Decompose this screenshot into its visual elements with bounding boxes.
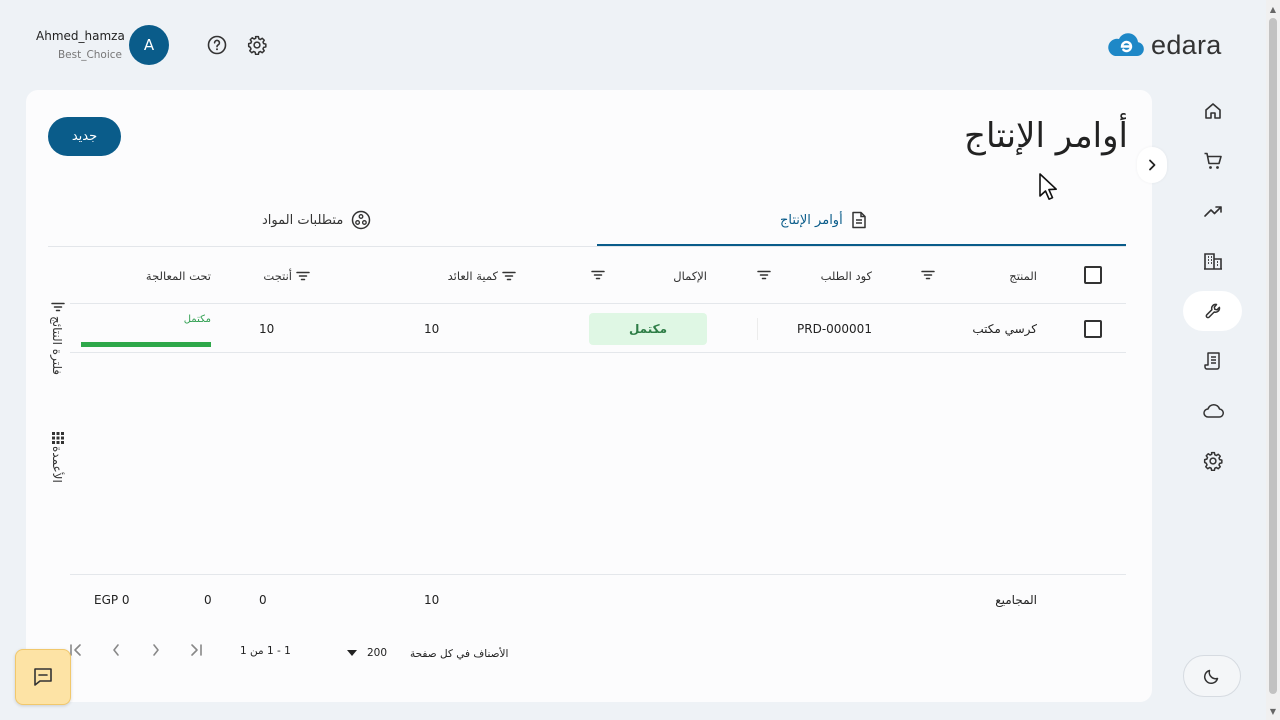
filter-results-toggle[interactable]: فلترة النتائج [50,316,64,375]
settings-gear-icon [1203,451,1223,471]
column-header-in-process[interactable]: تحت المعالجة [120,269,211,283]
active-tab-indicator [597,244,1126,246]
theme-toggle-button[interactable] [1183,655,1241,697]
wrench-icon [1205,303,1220,319]
filter-icon[interactable] [921,268,935,282]
last-page-button[interactable] [187,641,205,659]
page-range: 1 - 1 من 1 [240,645,291,657]
total-in-process: 0 [204,593,212,607]
header-row-divider [70,303,1126,304]
trending-up-icon [1203,206,1222,217]
column-header-order-code[interactable]: كود الطلب [800,269,872,283]
scroll-down-arrow[interactable]: ▼ [1268,706,1278,716]
cell-product[interactable]: كرسي مكتب [940,322,1037,336]
column-separator [757,318,758,340]
buildings-icon [1203,253,1222,270]
cloud-logo-icon [1108,32,1144,56]
avatar[interactable]: A [129,25,169,65]
receipt-icon [1203,352,1220,370]
per-page-label: الأصناف في كل صفحة [410,648,509,660]
sidebar-item-manufacturing[interactable] [1183,291,1242,331]
filter-icon[interactable] [502,269,516,283]
totals-label: المجاميع [995,593,1037,607]
shopping-cart-icon [1204,152,1222,169]
chevron-right-icon [1149,159,1156,171]
settings-gear-icon[interactable] [246,34,268,56]
home-icon [1204,103,1221,119]
tab-label: متطلبات المواد [262,212,344,228]
prev-page-button[interactable] [107,641,125,659]
help-icon[interactable] [206,34,228,56]
status-badge: مكتمل [589,313,707,345]
row-divider [70,352,1126,353]
column-header-completion[interactable]: الإكمال [648,269,707,283]
cell-order-code[interactable]: PRD-000001 [797,322,872,336]
caret-down-icon [347,650,357,656]
tab-material-requirements[interactable]: متطلبات المواد [262,205,371,235]
mouse-cursor-icon [1038,172,1058,206]
total-produced: 0 [259,593,267,607]
filter-icon[interactable] [296,269,310,283]
totals-divider [70,574,1126,575]
total-return-qty: 10 [424,593,440,607]
filter-icon[interactable] [591,268,605,282]
sidebar-item-branches[interactable] [1183,241,1242,281]
tab-production-orders[interactable]: أوامر الإنتاج [780,205,867,235]
progress-fill [81,342,211,347]
column-header-return-qty[interactable]: كمية العائد [425,269,516,283]
filter-results-icon[interactable] [51,300,65,314]
select-all-checkbox[interactable] [1084,266,1102,284]
column-header-produced[interactable]: أنتجت [260,269,310,283]
next-page-button[interactable] [147,641,165,659]
chat-button[interactable] [15,649,71,705]
filter-icon[interactable] [757,268,771,282]
edara-logo: edara [1106,30,1222,61]
tab-label: أوامر الإنتاج [780,212,843,228]
row-checkbox[interactable] [1084,320,1102,338]
logo-text: edara [1151,30,1222,60]
sidebar-item-reports[interactable] [1183,191,1242,231]
scrollbar-thumb[interactable] [1269,18,1277,694]
tab-divider [48,246,1126,247]
sidebar-collapse-button[interactable] [1137,147,1167,183]
sidebar-item-sales[interactable] [1183,141,1242,181]
per-page-select[interactable]: 200 [347,647,387,659]
sidebar-item-home[interactable] [1183,91,1242,131]
cloud-icon [1202,403,1224,418]
sidebar-item-settings[interactable] [1183,441,1242,481]
document-icon [851,211,866,229]
main-card [26,90,1152,702]
page-title: أوامر الإنتاج [964,116,1128,156]
scroll-up-arrow[interactable]: ▲ [1268,4,1278,14]
user-name: Ahmed_hamza [36,29,125,43]
progress-label: مكتمل [183,314,211,325]
column-header-label: كمية العائد [447,269,498,283]
user-organization: Best_Choice [57,49,122,61]
column-header-label: أنتجت [263,269,292,283]
cell-return-qty: 10 [424,322,440,336]
moon-icon [1203,669,1219,685]
per-page-value: 200 [367,647,388,659]
new-button[interactable]: جديد [48,117,121,156]
columns-toggle[interactable]: الأعمدة [50,446,64,483]
cell-produced: 10 [259,322,275,336]
sidebar-item-cloud[interactable] [1183,391,1242,431]
sidebar-item-accounting[interactable] [1183,341,1242,381]
chat-icon [34,668,52,686]
column-header-product[interactable]: المنتج [980,269,1037,283]
total-amount: EGP 0 [94,593,130,607]
materials-icon [352,210,371,230]
